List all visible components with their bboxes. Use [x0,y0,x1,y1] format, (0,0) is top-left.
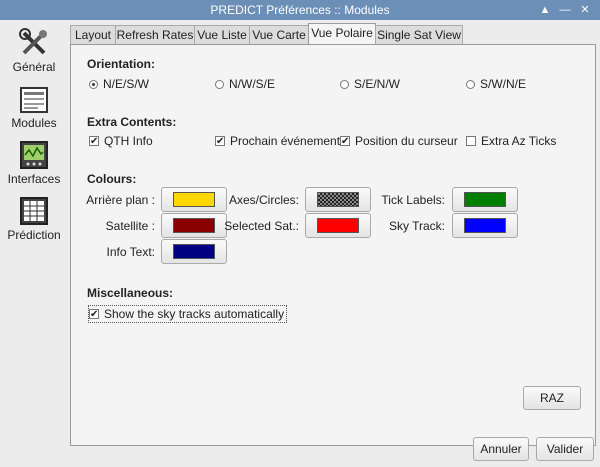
tab-vue-carte[interactable]: Vue Carte [249,25,309,45]
tab-layout[interactable]: Layout [70,25,116,45]
tab-single-sat-view[interactable]: Single Sat View [375,25,463,45]
checkbox-label: Extra Az Ticks [481,134,557,148]
radio-label: N/E/S/W [103,77,150,91]
chevron-up-icon[interactable]: ▲ [538,3,552,17]
sidebar-item-modules[interactable]: Modules [0,86,68,130]
sidebar-item-interfaces[interactable]: Interfaces [0,140,68,186]
tick-labels-color-label: Tick Labels: [381,193,445,207]
title-bar: PREDICT Préférences :: Modules ▲ — ✕ [0,0,600,20]
radio-dot [215,79,224,89]
color-swatch [464,218,506,233]
color-swatch [317,218,359,233]
checkbox-label: Show the sky tracks automatically [104,307,285,321]
color-swatch [173,244,215,259]
tick-labels-color-button[interactable] [452,187,518,212]
color-swatch [317,192,359,207]
checkbox-box [89,309,99,319]
close-icon[interactable]: ✕ [578,3,592,17]
color-swatch [464,192,506,207]
orientation-senw-radio[interactable]: S/E/N/W [340,77,400,91]
radio-dot [466,79,475,89]
checkbox-box [89,136,99,146]
radio-dot [89,79,98,89]
radio-label: N/W/S/E [229,77,276,91]
colours-title: Colours: [87,172,137,186]
axes-circles-color-label: Axes/Circles: [228,193,299,207]
tools-icon [19,28,47,55]
cursor-position-checkbox[interactable]: Position du curseur [340,134,458,148]
show-sky-tracks-checkbox[interactable]: Show the sky tracks automatically [88,305,288,323]
info-text-color-label: Info Text: [106,245,155,259]
extra-contents-title: Extra Contents: [87,115,177,129]
sky-track-color-button[interactable] [452,213,518,238]
miscellaneous-title: Miscellaneous: [87,286,174,300]
sidebar-item-label: Interfaces [7,172,61,186]
tab-vue-polaire[interactable]: Vue Polaire [308,23,376,46]
checkbox-box [466,136,476,146]
reset-button[interactable]: RAZ [523,386,581,410]
orientation-swne-radio[interactable]: S/W/N/E [466,77,526,91]
preferences-window: Général Modules Interfaces Prédiction La… [0,20,600,467]
checkbox-label: QTH Info [104,134,153,148]
modules-icon [20,87,48,113]
background-color-label: Arrière plan : [86,193,155,207]
radio-dot [340,79,349,89]
sidebar-item-prediction[interactable]: Prédiction [0,196,68,242]
satellite-color-label: Satellite : [105,219,155,233]
window-title: PREDICT Préférences :: Modules [210,3,390,17]
checkbox-box [215,136,225,146]
checkbox-label: Position du curseur [355,134,458,148]
polar-view-panel: Orientation: N/E/S/W N/W/S/E S/E/N/W S/W… [70,44,596,446]
color-swatch [173,192,215,207]
checkbox-label: Prochain événement [230,134,341,148]
ok-button[interactable]: Valider [536,437,594,461]
orientation-nwse-radio[interactable]: N/W/S/E [215,77,275,91]
sidebar-item-label: Prédiction [7,228,61,242]
sidebar: Général Modules Interfaces Prédiction [0,20,68,440]
next-event-checkbox[interactable]: Prochain événement [215,134,340,148]
qth-info-checkbox[interactable]: QTH Info [89,134,153,148]
orientation-title: Orientation: [87,57,155,71]
tab-refresh-rates[interactable]: Refresh Rates [115,25,195,45]
sky-track-color-label: Sky Track: [388,219,445,233]
selected-sat-color-label: Selected Sat.: [224,219,299,233]
checkbox-box [340,136,350,146]
radio-label: S/E/N/W [354,77,401,91]
sidebar-item-general[interactable]: Général [0,28,68,74]
cancel-button[interactable]: Annuler [473,437,529,461]
extra-az-ticks-checkbox[interactable]: Extra Az Ticks [466,134,556,148]
interfaces-icon [20,141,48,169]
radio-label: S/W/N/E [480,77,527,91]
prediction-icon [20,197,48,225]
sidebar-item-label: Général [12,60,56,74]
sidebar-item-label: Modules [11,116,57,130]
info-text-color-button[interactable] [161,239,227,264]
color-swatch [173,218,215,233]
tab-vue-liste[interactable]: Vue Liste [194,25,250,45]
minimize-icon[interactable]: — [558,3,572,17]
orientation-nesw-radio[interactable]: N/E/S/W [89,77,149,91]
